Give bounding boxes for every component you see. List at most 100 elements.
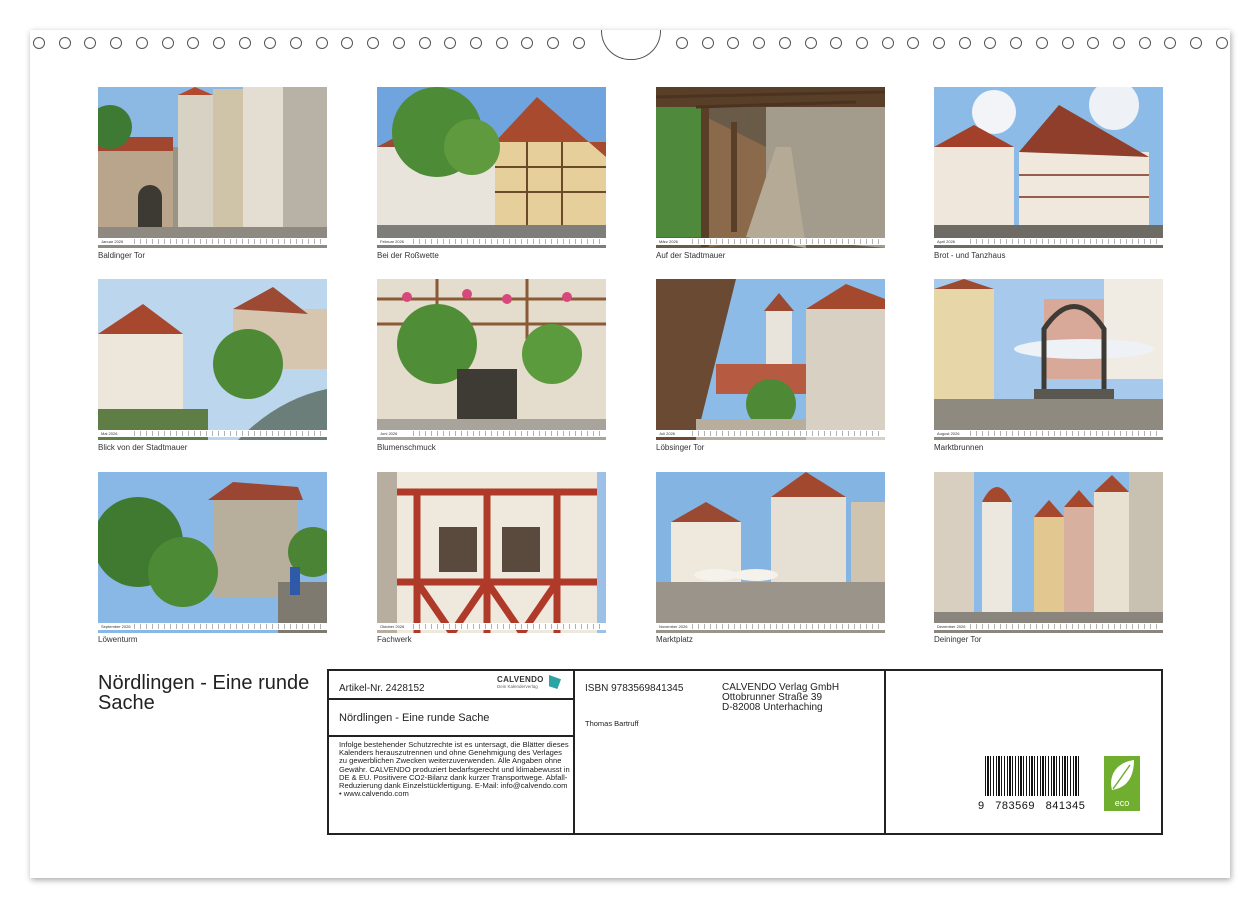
month-label: Mai 2026 xyxy=(101,431,118,436)
month-label: Juli 2026 xyxy=(659,431,676,436)
calvendo-logo: CALVENDO Dein Kalenderverlag xyxy=(497,675,567,689)
month-label: August 2026 xyxy=(937,431,960,436)
photo-caption: Brot - und Tanzhaus xyxy=(934,251,1006,260)
day-strip xyxy=(692,624,882,629)
binding-hole xyxy=(264,37,277,49)
binding-hole xyxy=(1215,37,1228,49)
binding-hole xyxy=(958,37,971,49)
calendar-title-small: Nördlingen - Eine runde Sache xyxy=(339,712,490,724)
binding-hole xyxy=(341,37,354,49)
binding-hole xyxy=(676,37,688,49)
calendar-title: Nördlingen - Eine runde Sache xyxy=(98,672,310,714)
photo-loebsinger-tor xyxy=(656,279,885,440)
photo-thumbnail-6[interactable]: Juni 2026 xyxy=(377,279,606,440)
binding-hole xyxy=(521,37,534,49)
binding-hole xyxy=(418,37,431,49)
day-strip xyxy=(413,239,603,244)
divider xyxy=(573,669,575,835)
binding-hole xyxy=(1035,37,1048,49)
binding-hole xyxy=(1112,37,1125,49)
binding-hole xyxy=(110,37,123,49)
binding-hole xyxy=(33,37,45,49)
photo-baldinger-tor xyxy=(98,87,327,248)
photo-caption: Löwenturm xyxy=(98,635,138,644)
binding-hole xyxy=(984,37,997,49)
photo-caption: Marktplatz xyxy=(656,635,693,644)
day-strip xyxy=(134,239,324,244)
barcode-bars xyxy=(985,756,1080,796)
binding-hole xyxy=(392,37,405,49)
leaf-icon xyxy=(1111,760,1134,790)
binding-hole xyxy=(212,37,225,49)
divider xyxy=(327,698,575,700)
photo-auf-der-stadtmauer xyxy=(656,87,885,248)
binding-hole xyxy=(238,37,251,49)
legal-notice: Infolge bestehender Schutzrechte ist es … xyxy=(339,740,570,799)
month-label: Dezember 2026 xyxy=(937,624,966,629)
binding-hole xyxy=(753,37,766,49)
photo-caption: Blick von der Stadtmauer xyxy=(98,443,188,452)
binding-hole xyxy=(469,37,482,49)
binding-hole xyxy=(778,37,791,49)
month-label: Januar 2026 xyxy=(101,239,124,244)
photo-thumbnail-5[interactable]: Mai 2026 xyxy=(98,279,327,440)
photo-deininger-tor xyxy=(934,472,1163,633)
binding-hole xyxy=(1138,37,1151,49)
binding-hole xyxy=(58,37,71,49)
binding-hole xyxy=(444,37,457,49)
binding-hole xyxy=(1010,37,1023,49)
publisher-city: D-82008 Unterhaching xyxy=(722,702,823,713)
day-strip xyxy=(413,431,603,436)
photo-caption: Fachwerk xyxy=(377,635,412,644)
binding-hole xyxy=(161,37,174,49)
binding-hole xyxy=(290,37,302,49)
article-number: Artikel-Nr. 2428152 xyxy=(339,683,425,694)
month-label: Oktober 2026 xyxy=(380,624,405,629)
photo-caption: Löbsinger Tor xyxy=(656,443,705,452)
month-label: März 2026 xyxy=(659,239,678,244)
month-label: April 2026 xyxy=(937,239,956,244)
photo-thumbnail-8[interactable]: August 2026 xyxy=(934,279,1163,440)
divider xyxy=(327,735,575,737)
binding-hole xyxy=(1061,37,1074,49)
isbn: ISBN 9783569841345 xyxy=(585,683,684,694)
photo-marktplatz xyxy=(656,472,885,633)
photo-loewenturm xyxy=(98,472,327,633)
photo-thumbnail-4[interactable]: April 2026 xyxy=(934,87,1163,248)
divider xyxy=(884,669,886,835)
barcode-digits: 9 783569 841345 xyxy=(978,800,1086,812)
month-label: November 2026 xyxy=(659,624,688,629)
photo-caption: Baldinger Tor xyxy=(98,251,145,260)
binding-hole xyxy=(1190,37,1202,49)
photo-thumbnail-10[interactable]: Oktober 2026 xyxy=(377,472,606,633)
day-strip xyxy=(413,624,603,629)
photo-thumbnail-12[interactable]: Dezember 2026 xyxy=(934,472,1163,633)
month-label: Juni 2026 xyxy=(380,431,398,436)
barcode xyxy=(985,756,1080,800)
photo-caption: Auf der Stadtmauer xyxy=(656,251,726,260)
eco-badge: eco xyxy=(1104,756,1140,811)
photo-thumbnail-11[interactable]: November 2026 xyxy=(656,472,885,633)
photo-thumbnail-7[interactable]: Juli 2026 xyxy=(656,279,885,440)
binding-hole xyxy=(1164,37,1177,49)
binding-hole xyxy=(315,37,328,49)
month-label: September 2026 xyxy=(101,624,131,629)
photo-brot-und-tanzhaus xyxy=(934,87,1163,248)
publisher-address: CALVENDO Verlag GmbH Ottobrunner Straße … xyxy=(722,683,839,713)
binding-hole xyxy=(367,37,380,49)
photo-thumbnail-3[interactable]: März 2026 xyxy=(656,87,885,248)
binding-hole xyxy=(572,37,585,49)
binding-hole xyxy=(84,37,97,49)
binding-hole xyxy=(547,37,559,49)
month-label: Februar 2026 xyxy=(380,239,405,244)
photo-thumbnail-9[interactable]: September 2026 xyxy=(98,472,327,633)
binding-hole xyxy=(727,37,740,49)
day-strip xyxy=(970,239,1160,244)
day-strip xyxy=(970,431,1160,436)
photo-blumenschmuck xyxy=(377,279,606,440)
photo-thumbnail-1[interactable]: Januar 2026 xyxy=(98,87,327,248)
binding-hole xyxy=(701,37,714,49)
binding-hole xyxy=(881,37,894,49)
author: Thomas Bartruff xyxy=(585,719,639,728)
photo-thumbnail-2[interactable]: Februar 2026 xyxy=(377,87,606,248)
